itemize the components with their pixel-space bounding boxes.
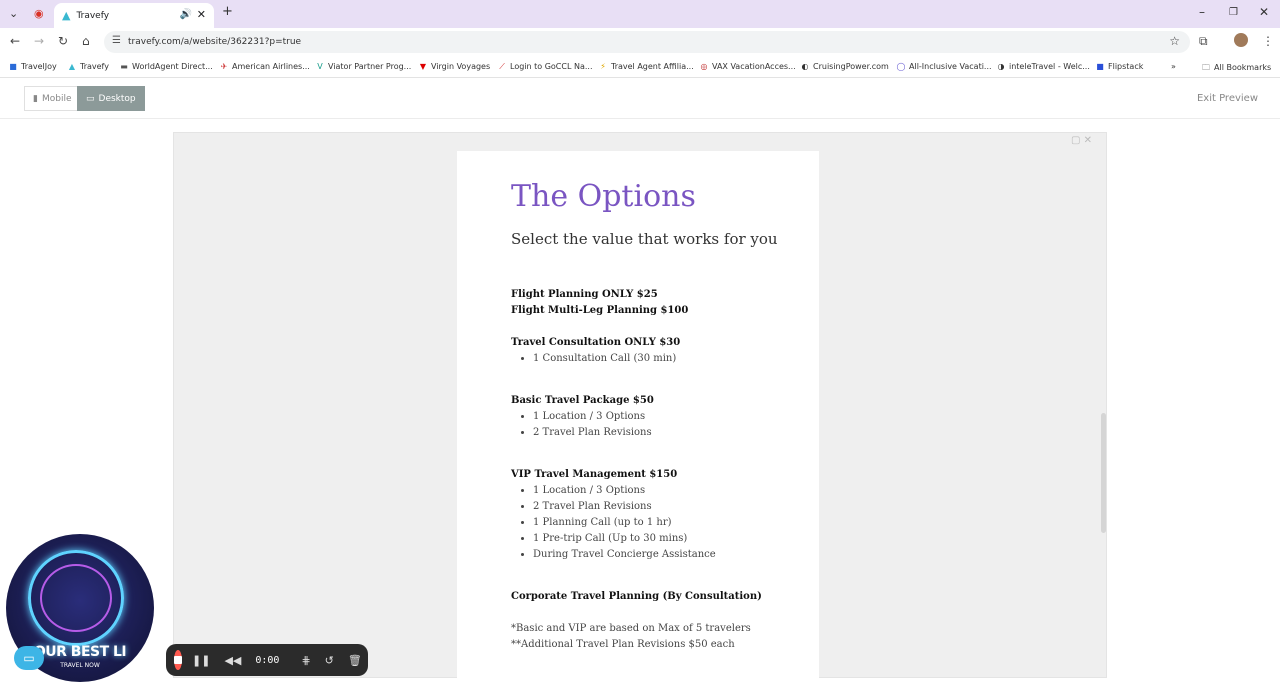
list-item: 1 Location / 3 Options [533, 409, 811, 425]
url-text: travefy.com/a/website/362231?p=true [128, 37, 302, 47]
menu-icon[interactable]: ⋮ [1262, 34, 1274, 48]
preview-frame: ▢ ✕ The Options Select the value that wo… [173, 132, 1107, 691]
list-item: During Travel Concierge Assistance [533, 547, 811, 563]
options-section: The Options Select the value that works … [511, 177, 811, 653]
close-window-icon[interactable]: ✕ [1259, 5, 1269, 19]
bookmark-vax[interactable]: ◎ VAX VacationAcces... [699, 62, 796, 71]
bookmark-favicon-icon: ◯ [896, 62, 906, 71]
bookmark-favicon-icon: ▲ [68, 62, 76, 71]
bookmark-favicon-icon: ◎ [700, 62, 708, 71]
bookmark-all-inclusive[interactable]: ◯ All-Inclusive Vacati... [896, 62, 992, 71]
list-item: 1 Planning Call (up to 1 hr) [533, 515, 811, 531]
vip-option: VIP Travel Management $150 [511, 469, 678, 480]
bookmark-favicon-icon: ⚡ [600, 62, 606, 71]
bookmark-worldagent[interactable]: ▬ WorldAgent Direct... [119, 62, 213, 71]
basic-package-list: 1 Location / 3 Options 2 Travel Plan Rev… [511, 409, 811, 441]
restart-icon[interactable]: ↺ [325, 654, 334, 667]
preview-header: ▮ Mobile ▭ Desktop Exit Preview [0, 79, 1280, 119]
stop-recording-button[interactable] [174, 650, 182, 670]
rewind-icon[interactable]: ◀◀ [224, 654, 241, 667]
list-item: 1 Location / 3 Options [533, 483, 811, 499]
flight-only-option: Flight Planning ONLY $25 [511, 289, 658, 300]
page-subtitle: Select the value that works for you [511, 230, 778, 248]
consultation-option: Travel Consultation ONLY $30 [511, 337, 681, 348]
list-item: 1 Pre-trip Call (Up to 30 mins) [533, 531, 811, 547]
bookmark-inteletravel[interactable]: ◑ inteleTravel - Welc... [996, 62, 1090, 71]
bookmark-favicon-icon: ■ [1096, 62, 1104, 71]
recording-icon: ◉ [34, 7, 44, 20]
new-tab-icon[interactable]: + [222, 4, 233, 20]
bookmark-virgin-voyages[interactable]: ▼ Virgin Voyages [418, 62, 490, 71]
profile-avatar[interactable] [1234, 33, 1248, 47]
bookmark-favicon-icon: ▼ [419, 62, 427, 71]
bookmark-favicon-icon: V [317, 62, 323, 71]
bookmark-viator[interactable]: V Viator Partner Prog... [315, 62, 411, 71]
preview-stage: ▢ ✕ The Options Select the value that wo… [0, 120, 1280, 691]
trash-icon[interactable]: 🗑 [348, 654, 362, 667]
recorder-toolbar: ❚❚ ◀◀ 0:00 ⋕ ↺ 🗑 [166, 644, 368, 676]
bookmark-flipstack[interactable]: ■ Flipstack [1095, 62, 1143, 71]
bookmark-goccl[interactable]: ⟋ Login to GoCCL Na... [497, 62, 592, 72]
vip-list: 1 Location / 3 Options 2 Travel Plan Rev… [511, 483, 811, 563]
bookmark-american-airlines[interactable]: ✈ American Airlines... [219, 62, 310, 71]
tab-title: Travefy [76, 10, 110, 21]
site-info-icon[interactable]: ☰ [112, 35, 121, 46]
bookmark-favicon-icon: ■ [9, 62, 17, 71]
travefy-favicon-icon: ▲ [62, 9, 71, 22]
bookmark-star-icon[interactable]: ☆ [1169, 34, 1180, 48]
reload-icon[interactable]: ↻ [58, 34, 68, 48]
back-icon[interactable]: ← [10, 34, 20, 48]
recording-timer: 0:00 [255, 654, 280, 666]
bookmark-travefy[interactable]: ▲ Travefy [67, 62, 109, 71]
list-item: 2 Travel Plan Revisions [533, 499, 811, 515]
scrollbar[interactable] [1101, 413, 1106, 533]
basic-package-option: Basic Travel Package $50 [511, 395, 654, 406]
orbit-icon [40, 564, 112, 632]
pause-icon[interactable]: ❚❚ [192, 654, 210, 667]
chat-icon[interactable]: ▭ [14, 646, 44, 670]
bookmark-travel-agent-affiliate[interactable]: ⚡ Travel Agent Affilia... [598, 62, 694, 71]
list-item: 2 Travel Plan Revisions [533, 425, 811, 441]
mobile-mode-button[interactable]: ▮ Mobile [24, 86, 81, 111]
tab-search-chevron-icon[interactable]: ⌄ [9, 6, 18, 22]
bookmark-traveljoy[interactable]: ■ TravelJoy [8, 62, 57, 71]
tab-travefy[interactable]: ▲ Travefy 🔊 ✕ [54, 3, 214, 28]
bookmarks-bar: ■ TravelJoy ▲ Travefy ▬ WorldAgent Direct..… [0, 56, 1280, 78]
desktop-mode-button[interactable]: ▭ Desktop [77, 86, 145, 111]
bookmark-favicon-icon: ⟋ [499, 62, 505, 71]
speaker-icon[interactable]: 🔊 [180, 9, 192, 20]
monitor-icon: ▭ [86, 93, 95, 104]
page-title: The Options [511, 179, 696, 214]
content-card: The Options Select the value that works … [457, 151, 819, 691]
all-bookmarks[interactable]: 🗀 All Bookmarks [1201, 62, 1271, 76]
more-bookmarks-icon[interactable]: » [1171, 62, 1176, 71]
bookmark-cruisingpower[interactable]: ◐ CruisingPower.com [800, 62, 889, 71]
bookmark-favicon-icon: ▬ [120, 62, 128, 71]
address-bar[interactable]: ☰ travefy.com/a/website/362231?p=true ☆ [104, 31, 1190, 53]
folder-icon: 🗀 [1202, 63, 1210, 72]
tab-bar: ⌄ ◉ ▲ Travefy 🔊 ✕ + – ❐ ✕ [0, 0, 1280, 28]
bookmark-favicon-icon: ◑ [997, 62, 1005, 71]
extensions-icon[interactable]: ⧉ [1199, 34, 1208, 49]
close-tab-icon[interactable]: ✕ [197, 8, 206, 21]
bookmark-favicon-icon: ◐ [801, 62, 809, 71]
forward-icon[interactable]: → [34, 34, 44, 48]
minimize-icon[interactable]: – [1199, 5, 1205, 19]
footnote-revisions: **Additional Travel Plan Revisions $50 e… [511, 639, 735, 650]
consultation-list: 1 Consultation Call (30 min) [511, 351, 811, 367]
footnote-travelers: *Basic and VIP are based on Max of 5 tra… [511, 623, 751, 634]
flight-multi-option: Flight Multi-Leg Planning $100 [511, 305, 689, 316]
phone-icon: ▮ [33, 93, 38, 104]
home-icon[interactable]: ⌂ [82, 34, 90, 48]
bookmark-favicon-icon: ✈ [220, 62, 228, 71]
restore-icon[interactable]: ❐ [1229, 7, 1238, 18]
corporate-option: Corporate Travel Planning (By Consultati… [511, 591, 762, 602]
list-item: 1 Consultation Call (30 min) [533, 351, 811, 367]
grid-icon[interactable]: ⋕ [301, 654, 310, 667]
exit-preview-link[interactable]: Exit Preview [1197, 93, 1258, 104]
browser-toolbar: ← → ↻ ⌂ ☰ travefy.com/a/website/362231?p… [0, 28, 1280, 56]
frame-tools-icon[interactable]: ▢ ✕ [1071, 135, 1092, 146]
